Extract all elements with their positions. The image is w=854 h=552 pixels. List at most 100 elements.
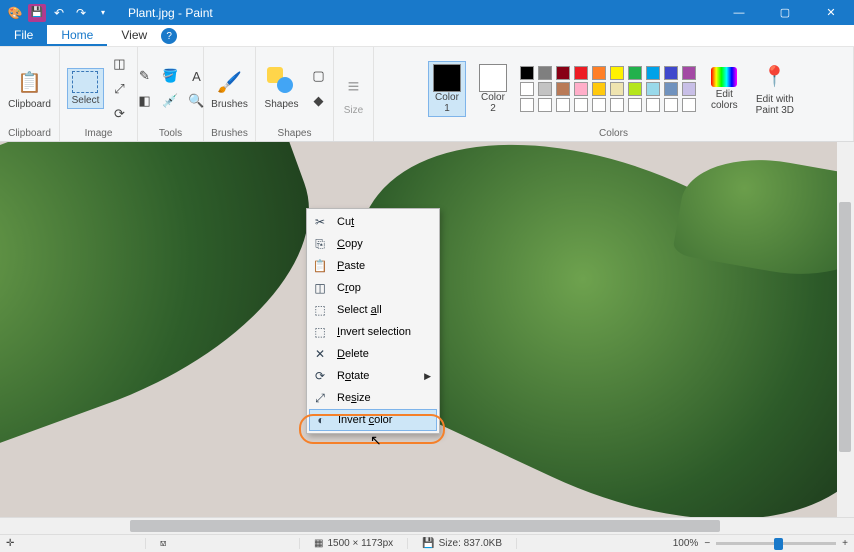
pencil-icon[interactable]: ✎ xyxy=(134,65,156,87)
context-menu-item[interactable]: ⬚Select all xyxy=(309,299,437,321)
palette-swatch[interactable] xyxy=(664,98,678,112)
app-icon: 🎨 xyxy=(6,4,24,22)
context-menu-item[interactable]: ◫Crop xyxy=(309,277,437,299)
palette-swatch[interactable] xyxy=(592,82,606,96)
palette-swatch[interactable] xyxy=(682,66,696,80)
fillshape-icon[interactable]: ◆ xyxy=(307,90,329,112)
group-image-label: Image xyxy=(66,126,131,139)
context-item-label: Cut xyxy=(337,216,354,228)
resize-icon[interactable]: ⤢ xyxy=(108,78,130,100)
palette-swatch[interactable] xyxy=(664,82,678,96)
palette-swatch[interactable] xyxy=(556,66,570,80)
save-icon[interactable]: 💾 xyxy=(28,4,46,22)
palette-swatch[interactable] xyxy=(520,66,534,80)
color1-button[interactable]: Color 1 xyxy=(428,61,466,117)
palette-swatch[interactable] xyxy=(556,82,570,96)
tab-home[interactable]: Home xyxy=(47,25,107,46)
palette-swatch[interactable] xyxy=(538,98,552,112)
palette-swatch[interactable] xyxy=(646,98,660,112)
picker-icon[interactable]: 💉 xyxy=(160,90,182,112)
context-item-icon: ✂ xyxy=(311,215,329,229)
palette-swatch[interactable] xyxy=(556,98,570,112)
palette-swatch[interactable] xyxy=(520,98,534,112)
context-menu-item[interactable]: ✂ Cut xyxy=(309,211,437,233)
group-clipboard-label: Clipboard xyxy=(6,126,53,139)
palette-swatch[interactable] xyxy=(592,98,606,112)
undo-icon[interactable]: ↶ xyxy=(50,4,68,22)
palette-swatch[interactable] xyxy=(574,98,588,112)
qat-dropdown-icon[interactable]: ▾ xyxy=(94,4,112,22)
context-menu-item[interactable]: ⟳Rotate▶ xyxy=(309,365,437,387)
context-item-icon: ⬚ xyxy=(311,303,329,317)
palette-swatch[interactable] xyxy=(538,82,552,96)
context-menu-item[interactable]: ✕Delete xyxy=(309,343,437,365)
context-item-label: Invert selection xyxy=(337,326,411,338)
shapes-button[interactable]: Shapes xyxy=(260,64,304,113)
title-bar: 🎨 💾 ↶ ↷ ▾ Plant.jpg - Paint — ▢ ✕ xyxy=(0,0,854,25)
palette-swatch[interactable] xyxy=(610,66,624,80)
palette-swatch[interactable] xyxy=(646,82,660,96)
clipboard-button[interactable]: 📋 Clipboard xyxy=(3,64,56,113)
context-menu: ✂Cut⎘Copy📋Paste◫Crop⬚Select all⬚Invert s… xyxy=(306,208,440,434)
canvas-size: 1500 × 1173px xyxy=(327,538,393,549)
palette-swatch[interactable] xyxy=(574,82,588,96)
palette-swatch[interactable] xyxy=(628,82,642,96)
context-menu-item[interactable]: ⎘Copy xyxy=(309,233,437,255)
palette-swatch[interactable] xyxy=(592,66,606,80)
v-scroll-thumb[interactable] xyxy=(839,202,851,452)
fill-icon[interactable]: 🪣 xyxy=(160,65,182,87)
palette-swatch[interactable] xyxy=(610,98,624,112)
color2-button[interactable]: Color 2 xyxy=(474,61,512,117)
tab-view[interactable]: View xyxy=(107,25,161,46)
size-button[interactable]: ≡ Size xyxy=(334,70,374,119)
group-colors-label: Colors xyxy=(380,126,847,139)
group-brushes-label: Brushes xyxy=(210,126,249,139)
context-menu-item[interactable]: 📋Paste xyxy=(309,255,437,277)
group-colors: Color 1 Color 2 Edit colors 📍 Edit with … xyxy=(374,47,854,141)
redo-icon[interactable]: ↷ xyxy=(72,4,90,22)
palette-swatch[interactable] xyxy=(682,82,696,96)
select-icon xyxy=(72,71,98,93)
context-item-label: Crop xyxy=(337,282,361,294)
group-size-label xyxy=(340,137,367,139)
help-icon[interactable]: ? xyxy=(161,28,177,44)
context-menu-item[interactable]: ⬚Invert selection xyxy=(309,321,437,343)
zoom-slider-thumb[interactable] xyxy=(774,538,783,550)
palette-swatch[interactable] xyxy=(628,66,642,80)
palette-swatch[interactable] xyxy=(520,82,534,96)
zoom-in-button[interactable]: + xyxy=(842,538,848,549)
quick-access-toolbar: 🎨 💾 ↶ ↷ ▾ xyxy=(0,4,118,22)
brushes-label: Brushes xyxy=(211,99,248,110)
horizontal-scrollbar[interactable] xyxy=(0,517,854,534)
window-title: Plant.jpg - Paint xyxy=(118,6,716,20)
palette-swatch[interactable] xyxy=(574,66,588,80)
eraser-icon[interactable]: ◧ xyxy=(134,90,156,112)
palette-swatch[interactable] xyxy=(682,98,696,112)
ribbon: 📋 Clipboard Clipboard Select ◫ ⤢ ⟳ Image… xyxy=(0,47,854,142)
palette-swatch[interactable] xyxy=(538,66,552,80)
maximize-button[interactable]: ▢ xyxy=(762,0,808,25)
minimize-button[interactable]: — xyxy=(716,0,762,25)
outline-icon[interactable]: ▢ xyxy=(307,65,329,87)
h-scroll-thumb[interactable] xyxy=(130,520,720,532)
color2-label: Color 2 xyxy=(481,92,505,114)
zoom-out-button[interactable]: − xyxy=(704,538,710,549)
palette-swatch[interactable] xyxy=(610,82,624,96)
edit-colors-button[interactable]: Edit colors xyxy=(706,64,743,114)
palette-swatch[interactable] xyxy=(646,66,660,80)
crop-icon[interactable]: ◫ xyxy=(108,53,130,75)
close-button[interactable]: ✕ xyxy=(808,0,854,25)
size-icon: ≡ xyxy=(339,73,369,103)
palette-swatch[interactable] xyxy=(628,98,642,112)
select-button[interactable]: Select xyxy=(67,68,105,109)
context-item-icon: ⎘ xyxy=(311,237,329,252)
tab-file[interactable]: File xyxy=(0,25,47,46)
context-menu-item[interactable]: ⤢Resize xyxy=(309,387,437,409)
rotate-icon[interactable]: ⟳ xyxy=(108,103,130,125)
paint3d-button[interactable]: 📍 Edit with Paint 3D xyxy=(751,59,799,119)
palette-swatch[interactable] xyxy=(664,66,678,80)
brushes-button[interactable]: 🖌️ Brushes xyxy=(206,64,253,113)
canvas-size-icon: ▦ xyxy=(314,538,323,549)
vertical-scrollbar[interactable] xyxy=(837,142,854,517)
zoom-slider[interactable] xyxy=(716,542,836,545)
